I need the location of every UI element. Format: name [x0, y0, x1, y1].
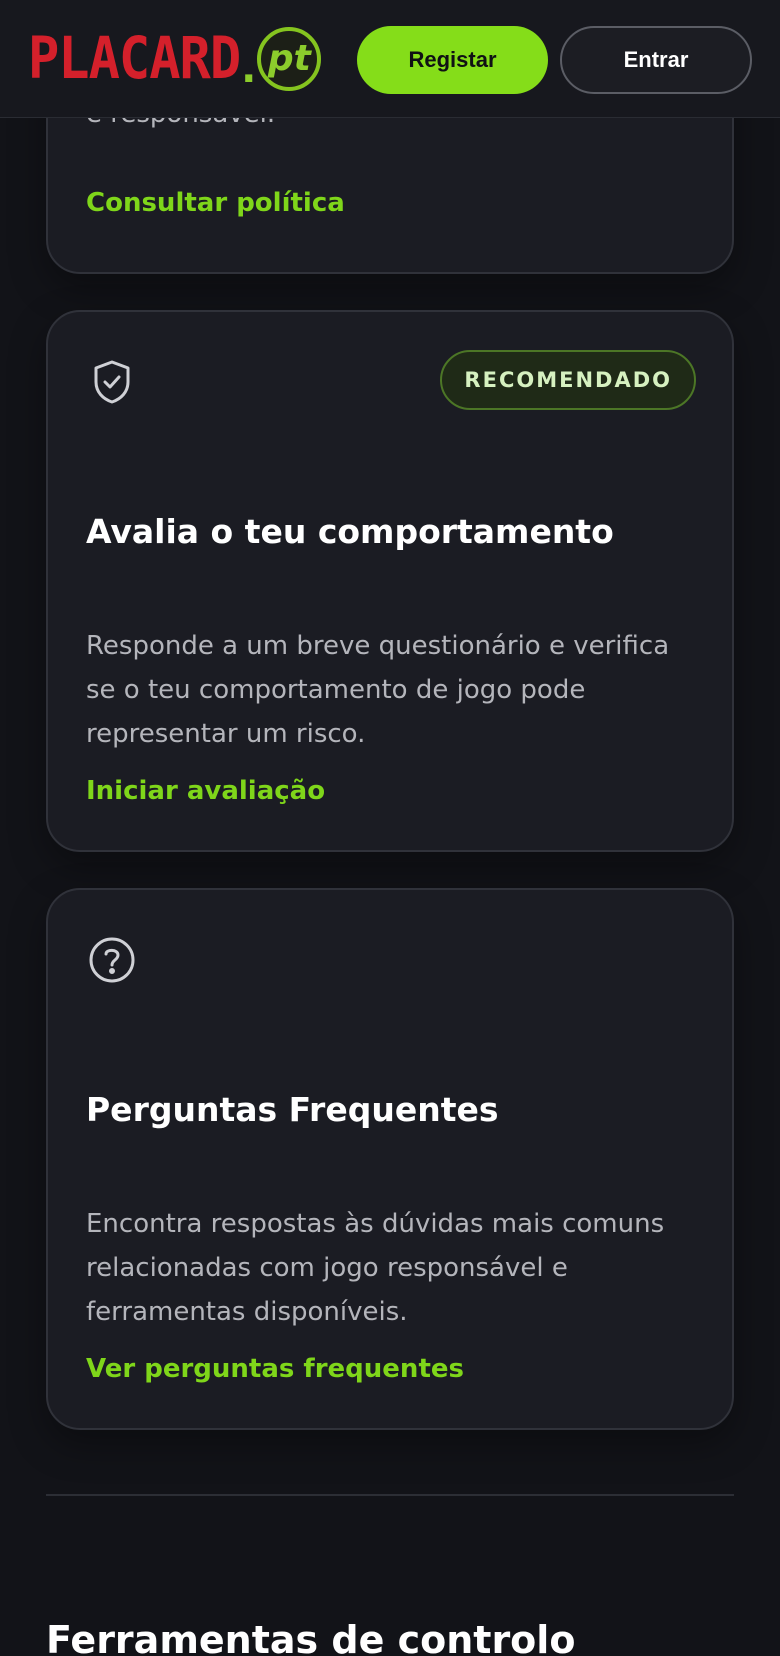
shield-check-icon	[86, 356, 138, 408]
logo-pt-badge: pt	[257, 27, 322, 91]
site-header: PLACARD . pt Registar Entrar	[0, 0, 780, 118]
logo-wordmark: PLACARD	[28, 25, 241, 93]
view-faq-link[interactable]: Ver perguntas frequentes	[86, 1354, 464, 1384]
logo-pt-text: pt	[267, 38, 311, 79]
faq-card: Perguntas Frequentes Encontra respostas …	[46, 888, 734, 1430]
control-tools-heading: Ferramentas de controlo	[46, 1618, 576, 1656]
faq-text: Encontra respostas às dúvidas mais comun…	[86, 1209, 665, 1327]
start-assessment-link[interactable]: Iniciar avaliação	[86, 776, 325, 806]
logo-dot: .	[241, 46, 257, 92]
section-divider	[46, 1494, 734, 1496]
self-assessment-card: RECOMENDADO Avalia o teu comportamento R…	[46, 310, 734, 852]
register-button[interactable]: Registar	[357, 26, 548, 94]
placard-logo[interactable]: PLACARD . pt	[28, 25, 322, 93]
recommended-badge: RECOMENDADO	[440, 350, 696, 410]
login-button[interactable]: Entrar	[560, 26, 752, 94]
self-assessment-title: Avalia o teu comportamento	[86, 512, 614, 551]
self-assessment-text: Responde a um breve questionário e verif…	[86, 631, 670, 749]
faq-title: Perguntas Frequentes	[86, 1090, 499, 1129]
question-circle-icon	[86, 934, 138, 986]
consult-policy-link[interactable]: Consultar política	[86, 188, 345, 218]
